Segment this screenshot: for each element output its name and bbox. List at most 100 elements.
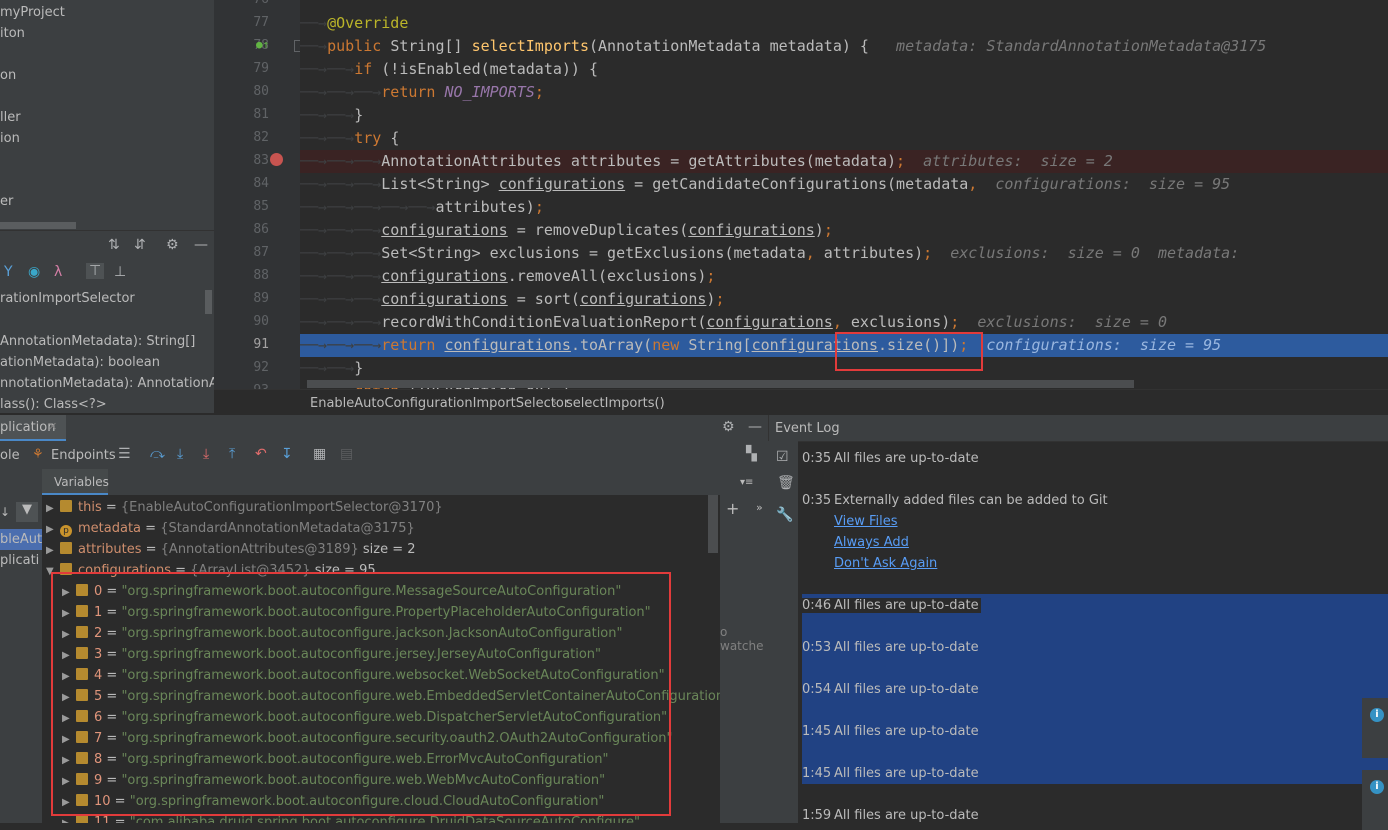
evaluate-icon[interactable]: ▦ [313, 446, 326, 462]
structure-item[interactable]: rationImportSelector [0, 291, 135, 306]
always-add-link[interactable]: Always Add [834, 535, 909, 550]
event-text: All files are up-to-date [834, 640, 979, 655]
run-to-cursor-icon[interactable]: ↧ [281, 446, 293, 462]
breadcrumb-method[interactable]: selectImports() [566, 396, 665, 411]
filter-icon[interactable]: ▼ [16, 502, 38, 522]
sort-up-icon[interactable]: ⊤ [86, 263, 105, 279]
event-log[interactable]: 0:35 All files are up-to-date 0:35 Externa… [798, 441, 1388, 823]
inline-debug-hint: metadata: StandardAnnotationMetadata@317… [896, 37, 1267, 55]
event-entry: 1:45 All files are up-to-date [802, 724, 979, 739]
structure-item[interactable]: ationMetadata): boolean [0, 355, 160, 370]
tab-variables[interactable]: Variables [42, 469, 109, 495]
structure-item[interactable]: AnnotationMetadata): String[] [0, 334, 195, 349]
filter-icon[interactable]: Y [4, 264, 13, 280]
tree-item[interactable]: iton [0, 26, 25, 41]
event-time: 0:53 [802, 640, 832, 655]
restore-layout-icon[interactable]: ▚ [746, 446, 757, 462]
dont-ask-again-link[interactable]: Don't Ask Again [834, 556, 937, 571]
variables-scrollbar[interactable] [708, 495, 718, 553]
tree-item[interactable]: er [0, 194, 13, 209]
more-icon[interactable]: » [756, 501, 763, 514]
event-text: All files are up-to-date [834, 451, 979, 466]
force-step-into-icon[interactable]: ⤓ [203, 446, 209, 462]
drop-frame-icon[interactable]: ↶ [255, 446, 267, 462]
field-icon [76, 815, 88, 823]
debug-toolbar: ole ⚘ Endpoints ☰ ⤼ ⤓ ⤓ ⤒ ↶ ↧ ▦ ▤ ▚ [0, 441, 768, 469]
tree-item[interactable]: myProject [0, 5, 65, 20]
variable-row[interactable]: ▶ p metadata = {StandardAnnotationMetadata… [42, 518, 720, 539]
frames-down-icon[interactable]: ↓ [0, 505, 10, 519]
editor-scrollbar[interactable] [307, 380, 1134, 388]
frame-item[interactable]: bleAutoC [0, 529, 42, 550]
tree-item[interactable]: ion [0, 131, 20, 146]
line-number: 90 [253, 314, 269, 329]
event-entry: 1:59 All files are up-to-date [802, 808, 979, 823]
frame-item[interactable]: plicati [0, 550, 42, 571]
step-out-icon[interactable]: ⤒ [229, 446, 235, 462]
inline-debug-hint: exclusions: size = 0 metadata: [950, 244, 1240, 262]
line-number: 79 [253, 61, 269, 76]
line-number: 82 [253, 130, 269, 145]
collapse-all-icon[interactable]: ⇵ [134, 237, 146, 253]
parameter-icon: p [60, 525, 72, 537]
sort-down-icon[interactable]: ⊥ [114, 264, 126, 280]
variable-name: this [78, 500, 102, 515]
line-number: 76 [229, 0, 269, 7]
view-files-link[interactable]: View Files [834, 514, 898, 529]
variable-row[interactable]: ▶ this = {EnableAutoConfigurationImportSe… [42, 497, 720, 518]
close-icon[interactable]: ✕ [48, 420, 57, 433]
code-line: ──→──→──→──→──→attributes); [300, 198, 544, 216]
project-scrollbar[interactable] [0, 222, 76, 229]
structure-item[interactable]: lass(): Class<?> [0, 397, 107, 412]
gear-icon[interactable]: ⚙ [722, 419, 735, 435]
gear-icon[interactable]: ⚙ [166, 237, 179, 253]
line-number: 86 [253, 222, 269, 237]
lambda-icon[interactable]: λ [54, 264, 62, 280]
variable-value: {AnnotationAttributes@3189} [160, 542, 359, 557]
wrench-icon[interactable]: 🔧 [776, 507, 793, 523]
minimize-icon[interactable]: — [748, 419, 762, 435]
event-text: All files are up-to-date [834, 682, 979, 697]
code-line: ──→──→──→recordWithConditionEvaluationRe… [300, 313, 1167, 331]
menu-icon[interactable]: ☰ [118, 446, 131, 462]
code-line: ──→──→try { [300, 129, 400, 147]
code-editor[interactable]: ──→@Override ──→public String[] selectIm… [300, 0, 1388, 389]
variable-row[interactable]: ▶ attributes = {AnnotationAttributes@3189… [42, 539, 720, 560]
notification-balloon[interactable]: i [1362, 770, 1388, 830]
circle-icon[interactable]: ◉ [28, 264, 40, 280]
endpoints-tab[interactable]: Endpoints [51, 448, 116, 463]
structure-item[interactable]: nnotationMetadata): AnnotationAttribu [0, 376, 214, 391]
expand-all-icon[interactable]: ⇅ [108, 237, 120, 253]
notification-balloon[interactable]: i [1362, 698, 1388, 758]
override-marker-icon[interactable]: ●↑ [256, 38, 269, 51]
tree-item[interactable]: on [0, 68, 16, 83]
event-time: 1:45 [802, 766, 832, 781]
breakpoint-icon[interactable] [270, 153, 283, 166]
code-line: ──→──→──→configurations = sort(configura… [300, 290, 725, 308]
tab-debug-session[interactable]: plication ✕ [0, 415, 66, 441]
mark-read-icon[interactable]: ☑ [776, 449, 789, 465]
step-over-icon[interactable]: ⤼ [150, 446, 165, 462]
console-tab[interactable]: ole [0, 448, 20, 463]
tree-item[interactable]: ller [0, 110, 21, 125]
highlight-box [835, 332, 983, 371]
structure-scrollbar[interactable] [205, 290, 212, 314]
watches-panel: ▾≡ + » o watche [720, 469, 768, 823]
structure-toolbar: ⇅ ⇵ ⚙ — [0, 230, 214, 261]
variables-label: Variables [54, 475, 109, 489]
add-watch-icon[interactable]: + [726, 499, 739, 518]
variables-header: Variables [42, 469, 720, 495]
event-time: 0:35 [802, 451, 832, 466]
breadcrumb-class[interactable]: EnableAutoConfigurationImportSelector [310, 396, 569, 411]
minimize-icon[interactable]: — [194, 237, 208, 253]
event-text: Externally added files can be added to G… [834, 493, 1108, 508]
editor-gutter: 76 77 78 79 80 81 82 83 84 85 86 87 88 8… [214, 0, 306, 398]
trash-icon[interactable]: 🗑 [777, 475, 795, 491]
watches-menu-icon[interactable]: ▾≡ [740, 477, 753, 488]
line-number: 83 [253, 153, 269, 168]
step-into-icon[interactable]: ⤓ [177, 446, 183, 462]
event-time: 1:45 [802, 724, 832, 739]
event-time: 0:46 [802, 598, 832, 613]
variable-value: {EnableAutoConfigurationImportSelector@3… [120, 500, 443, 515]
structure-panel: rationImportSelector AnnotationMetadata)… [0, 288, 214, 413]
